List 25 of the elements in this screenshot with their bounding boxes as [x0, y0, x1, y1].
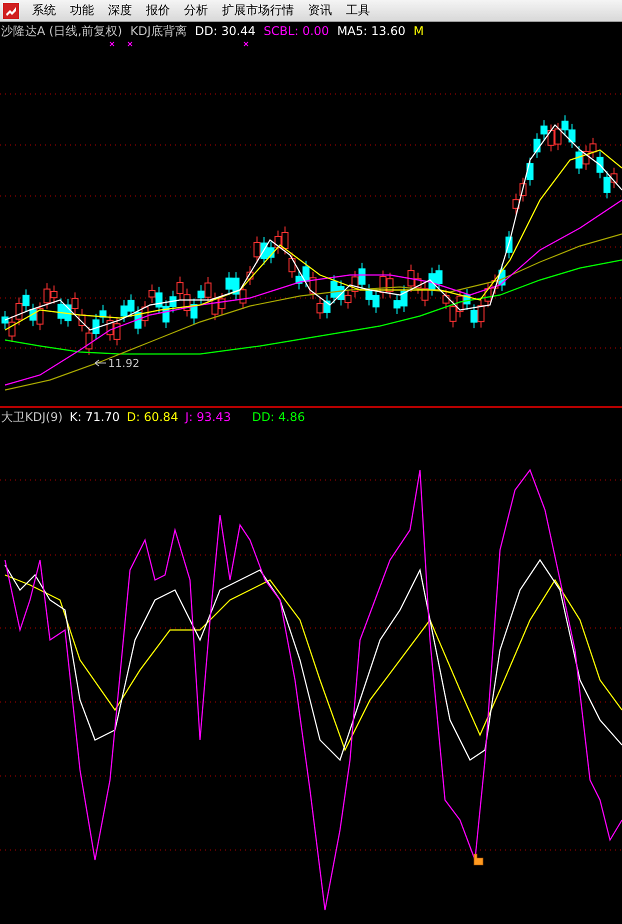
legend-label: K: 71.70 [70, 410, 120, 424]
legend-label: DD: 4.86 [252, 410, 306, 424]
menu-item[interactable]: 分析 [177, 0, 215, 20]
menu-item[interactable]: 报价 [139, 0, 177, 20]
legend-label: MA5: 13.60 [337, 24, 406, 38]
menu-item[interactable]: 深度 [101, 0, 139, 20]
legend-label: 大卫KDJ(9) [1, 408, 63, 426]
legend-label: SCBL: 0.00 [264, 24, 330, 38]
cross-mark-icon [244, 42, 248, 46]
menu-item[interactable]: 扩展市场行情 [215, 0, 301, 20]
low-price-label: 11.92 [108, 357, 140, 370]
legend-label: D: 60.84 [126, 410, 178, 424]
menu-item[interactable]: 资讯 [301, 0, 339, 20]
legend-label: M [413, 24, 424, 38]
logo-icon[interactable] [3, 2, 19, 18]
legend-label: J: 93.43 [185, 410, 231, 424]
legend-label: 沙隆达A (日线,前复权) [1, 22, 122, 40]
menu-item[interactable]: 工具 [339, 0, 377, 20]
cross-mark-icon [128, 42, 132, 46]
menu-item[interactable]: 系统 [25, 0, 63, 20]
menu-item[interactable]: 功能 [63, 0, 101, 20]
cross-mark-icon [110, 42, 114, 46]
leader-line [94, 360, 106, 366]
legend-label: DD: 30.44 [194, 24, 256, 38]
legend-label: KDJ底背离 [130, 22, 187, 40]
